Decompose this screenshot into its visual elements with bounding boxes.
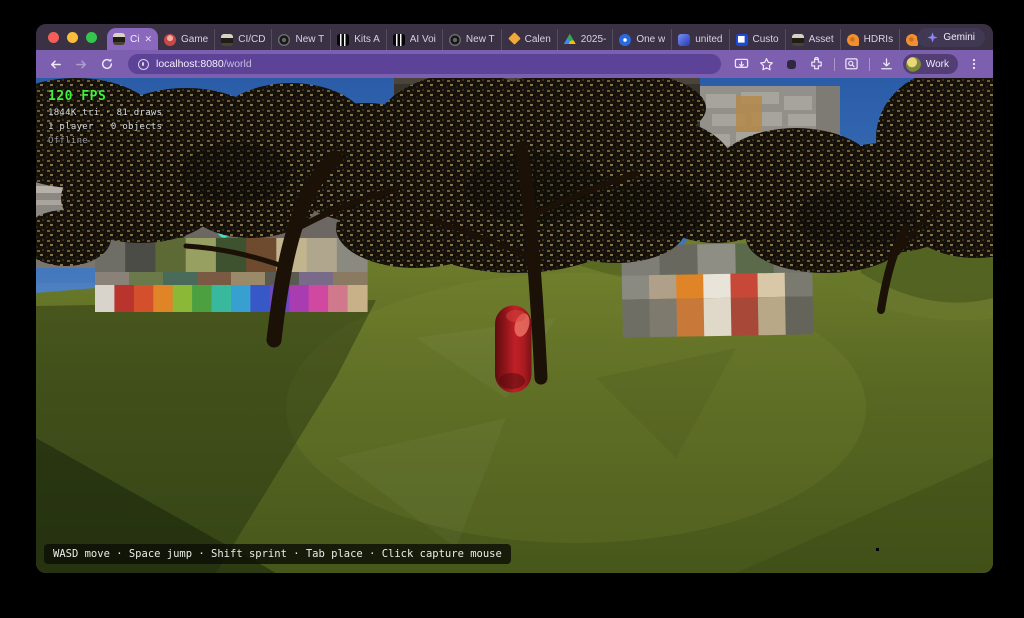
fps-counter: 120 FPS (48, 89, 162, 104)
send-to-device-icon[interactable] (731, 53, 753, 75)
tab-game[interactable]: Game (158, 29, 214, 50)
download-icon[interactable] (876, 53, 898, 75)
blue-swirl-favicon-icon (678, 34, 690, 46)
forward-button[interactable] (70, 53, 92, 75)
tab-label: Game (181, 34, 208, 45)
tab-kits-ai[interactable]: Kits A (330, 29, 386, 50)
tab-cicd[interactable]: CI/CD (214, 29, 271, 50)
game-scene (36, 78, 993, 573)
url-host: localhost:8080 (156, 58, 224, 70)
tab-label: Ci (130, 34, 139, 45)
find-in-page-icon[interactable] (841, 53, 863, 75)
tab-hdris[interactable]: HDRIs (840, 29, 899, 50)
browser-swirl-icon (449, 34, 461, 46)
tab-ai-voice[interactable]: AI Voi (386, 29, 442, 50)
tab-label: Calen (525, 34, 551, 45)
back-button[interactable] (44, 53, 66, 75)
player-object-stats: 1 player · 0 objects (48, 122, 162, 132)
close-window-button[interactable] (48, 32, 59, 43)
tab-label: CI/CD (238, 34, 265, 45)
tab-label: Asset (809, 34, 834, 45)
extensions-puzzle-icon[interactable] (806, 53, 828, 75)
tab-ci[interactable]: Ci ✕ (107, 28, 158, 50)
orange-diamond-favicon-icon (508, 32, 521, 45)
tab-label: HDRIs (864, 34, 893, 45)
tab-label: One w (636, 34, 665, 45)
tab-calendar[interactable]: Calen (501, 29, 557, 50)
pinned-extension-icon[interactable] (781, 53, 803, 75)
gemini-button[interactable]: Gemini (917, 28, 985, 47)
toolbar-separator (869, 58, 870, 71)
black-square-favicon-icon (337, 34, 349, 46)
player-capsule (495, 306, 532, 393)
triangle-draw-stats: 1844K tri · 81 draws (48, 108, 162, 118)
tab-label: Custo (753, 34, 779, 45)
profile-avatar (906, 57, 921, 72)
zoom-window-button[interactable] (86, 32, 97, 43)
site-favicon-icon (792, 34, 804, 46)
tab-label: Kits A (354, 34, 380, 45)
tab-2025[interactable]: 2025- (557, 29, 613, 50)
tab-label: 2025- (581, 34, 607, 45)
mouse-cursor (876, 548, 879, 551)
tab-label: New T (295, 34, 324, 45)
profile-label: Work (926, 59, 949, 70)
window-controls (36, 24, 107, 50)
drive-favicon-icon (564, 34, 576, 46)
tab-new-tab-2[interactable]: New T (442, 29, 501, 50)
tab-one-w[interactable]: One w (612, 29, 671, 50)
tab-customer[interactable]: Custo (729, 29, 785, 50)
tab-label: AI Voi (410, 34, 436, 45)
tab-united[interactable]: united (671, 29, 728, 50)
gemini-label: Gemini (943, 32, 975, 43)
url-text: localhost:8080/world (156, 58, 252, 70)
tab-asset[interactable]: Asset (785, 29, 840, 50)
stats-hud: 120 FPS 1844K tri · 81 draws 1 player · … (48, 89, 162, 146)
minimize-window-button[interactable] (67, 32, 78, 43)
avatar-favicon-icon (164, 34, 176, 46)
toolbar-separator (834, 58, 835, 71)
browser-window: Ci ✕ Game CI/CD New T Kits A AI Voi (36, 24, 993, 573)
blue-circle-favicon-icon (619, 34, 631, 46)
profile-chip[interactable]: Work (903, 54, 958, 74)
polyhaven-favicon-icon (847, 34, 859, 46)
network-status: Offline (48, 136, 162, 146)
bookmark-star-icon[interactable] (756, 53, 778, 75)
blue-square-favicon-icon (736, 34, 748, 46)
close-icon[interactable]: ✕ (144, 34, 152, 45)
polyhaven-favicon-icon (906, 34, 918, 46)
toolbar-actions: Work (731, 53, 985, 75)
controls-hint-bar: WASD move · Space jump · Shift sprint · … (44, 544, 511, 564)
address-bar[interactable]: localhost:8080/world (128, 54, 721, 74)
reload-button[interactable] (96, 53, 118, 75)
gemini-sparkle-icon (927, 32, 938, 43)
site-favicon-icon (221, 34, 233, 46)
black-square-favicon-icon (393, 34, 405, 46)
site-info-icon[interactable] (138, 59, 149, 70)
url-path: /world (224, 58, 252, 70)
browser-swirl-icon (278, 34, 290, 46)
tab-strip: Ci ✕ Game CI/CD New T Kits A AI Voi (36, 24, 993, 50)
tab-label: united (695, 34, 722, 45)
browser-toolbar: localhost:8080/world Work (36, 50, 993, 78)
tab-label: New T (466, 34, 495, 45)
game-viewport[interactable]: 120 FPS 1844K tri · 81 draws 1 player · … (36, 78, 993, 573)
palette-wall-left (95, 238, 368, 312)
site-favicon-icon (113, 33, 125, 45)
menu-kebab-icon[interactable] (963, 53, 985, 75)
tab-list: Ci ✕ Game CI/CD New T Kits A AI Voi (107, 24, 993, 50)
tab-new-tab-1[interactable]: New T (271, 29, 330, 50)
